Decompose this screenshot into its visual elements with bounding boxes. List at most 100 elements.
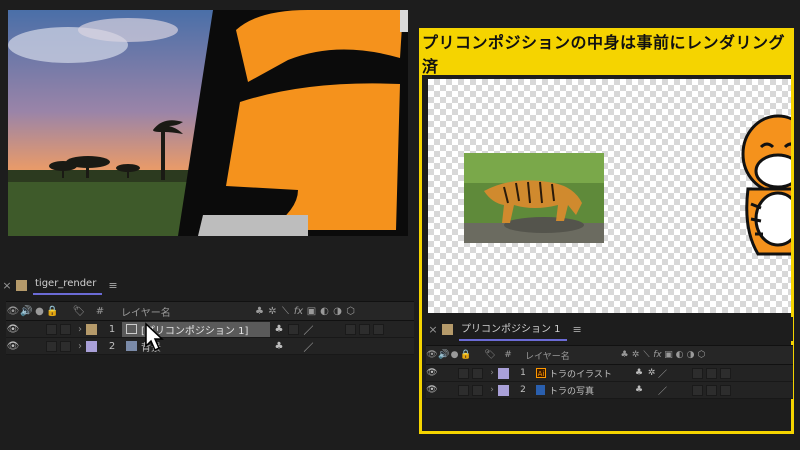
comp-color-swatch [16, 279, 27, 291]
collapse-switch-icon[interactable]: ✲ [646, 368, 657, 378]
shy-icon[interactable]: ♣ [253, 306, 266, 317]
audio-icon[interactable]: 🔊 [20, 306, 33, 317]
layer-row[interactable]: 👁 › 2 背景 ♣ ／ [6, 338, 414, 355]
frame-blend-icon[interactable]: ▣ [305, 306, 318, 317]
comp-color-swatch [442, 323, 453, 335]
eye-icon[interactable]: 👁 [6, 306, 20, 317]
3d-switch[interactable] [373, 323, 384, 335]
tiger-illustration [741, 114, 791, 256]
3d-layer-icon[interactable]: ⬡ [344, 306, 357, 317]
precomp-viewer[interactable] [428, 79, 791, 313]
adjustment-switch[interactable] [706, 384, 717, 396]
number-column-header: # [504, 350, 512, 360]
visibility-eye-icon[interactable]: 👁 [426, 385, 438, 395]
frame-blend-icon[interactable]: ▣ [663, 350, 674, 360]
shy-icon[interactable]: ♣ [619, 350, 630, 360]
image-file-icon [126, 341, 137, 351]
lock-toggle[interactable] [60, 323, 71, 335]
layer-row[interactable]: 👁 › 2 トラの写真 ♣ ／ [426, 382, 793, 399]
shy-switch-icon[interactable]: ♣ [270, 341, 288, 352]
expand-chevron-icon[interactable]: › [486, 368, 498, 378]
quality-switch-icon[interactable]: ／ [657, 367, 668, 380]
expand-chevron-icon[interactable]: › [74, 341, 86, 352]
layer-label-swatch[interactable] [86, 323, 97, 335]
shy-switch-icon[interactable]: ♣ [632, 368, 646, 378]
quality-icon[interactable]: ⟍ [641, 350, 652, 360]
solo-toggle[interactable] [458, 367, 469, 379]
adjustment-switch[interactable] [359, 323, 370, 335]
number-column-header: # [95, 305, 105, 317]
audio-icon[interactable]: 🔊 [438, 350, 449, 360]
solo-icon[interactable]: ● [33, 306, 46, 317]
expand-chevron-icon[interactable]: › [74, 324, 86, 335]
motion-blur-icon[interactable]: ◐ [674, 350, 685, 360]
adjustment-switch[interactable] [706, 367, 717, 379]
close-icon[interactable]: × [0, 279, 14, 292]
shy-switch-icon[interactable]: ♣ [270, 324, 288, 335]
lock-toggle[interactable] [472, 384, 483, 396]
quality-switch-icon[interactable]: ／ [302, 322, 315, 337]
layer-number: 1 [520, 368, 526, 378]
comp-tab-title[interactable]: tiger_render [33, 276, 103, 295]
label-tag-icon[interactable]: 🏷 [71, 306, 87, 317]
motion-blur-switch[interactable] [692, 367, 703, 379]
label-tag-icon[interactable]: 🏷 [483, 350, 497, 360]
lock-icon[interactable]: 🔒 [460, 350, 471, 360]
collapse-icon[interactable]: ✲ [266, 306, 279, 317]
composition-viewer[interactable] [8, 10, 408, 236]
quality-switch-icon[interactable]: ／ [657, 384, 668, 397]
left-timeline-panel: × tiger_render ≡ 👁 🔊 ● 🔒 🏷 # レイヤー名 ♣ ✲ ⟍… [0, 273, 414, 355]
3d-layer-icon[interactable]: ⬡ [696, 350, 707, 360]
solo-icon[interactable]: ● [449, 350, 460, 360]
right-timeline-panel: × プリコンポジション 1 ≡ 👁 🔊 ● 🔒 🏷 # レイヤー名 ♣ ✲ ⟍ … [426, 317, 793, 399]
layer-header: 👁 🔊 ● 🔒 🏷 # レイヤー名 ♣ ✲ ⟍ fx ▣ ◐ ◑ ⬡ [6, 301, 414, 321]
viewer-scrollbar[interactable] [400, 10, 408, 32]
illustrator-file-icon: Ai [536, 368, 546, 378]
collapse-switch[interactable] [288, 323, 299, 335]
motion-blur-switch[interactable] [692, 384, 703, 396]
motion-blur-switch[interactable] [345, 323, 356, 335]
layer-name-cell[interactable]: トラの写真 [532, 384, 632, 397]
motion-blur-icon[interactable]: ◐ [318, 306, 331, 317]
close-icon[interactable]: × [426, 323, 440, 336]
collapse-icon[interactable]: ✲ [630, 350, 641, 360]
eye-icon[interactable]: 👁 [426, 350, 438, 360]
layer-row[interactable]: 👁 › 1 Ai トラのイラスト ♣ ✲ ／ [426, 365, 793, 382]
layer-label-swatch[interactable] [86, 340, 97, 352]
visibility-eye-icon[interactable]: 👁 [6, 341, 20, 352]
3d-switch[interactable] [720, 367, 731, 379]
lock-toggle[interactable] [472, 367, 483, 379]
effects-icon[interactable]: fx [292, 306, 305, 317]
adjustment-icon[interactable]: ◑ [685, 350, 696, 360]
comp-tab-title[interactable]: プリコンポジション 1 [459, 318, 567, 341]
3d-switch[interactable] [720, 384, 731, 396]
quality-icon[interactable]: ⟍ [279, 306, 292, 317]
layer-number: 1 [108, 323, 116, 335]
lock-toggle[interactable] [60, 340, 71, 352]
tiger-render-preview [8, 10, 408, 236]
visibility-eye-icon[interactable]: 👁 [6, 324, 20, 335]
comp-tab[interactable]: × tiger_render ≡ [0, 273, 414, 297]
expand-chevron-icon[interactable]: › [486, 385, 498, 395]
lock-icon[interactable]: 🔒 [46, 306, 59, 317]
solo-toggle[interactable] [458, 384, 469, 396]
comp-tab[interactable]: × プリコンポジション 1 ≡ [426, 317, 793, 341]
solo-toggle[interactable] [46, 340, 57, 352]
layer-name: トラの写真 [549, 386, 595, 397]
layer-name-header[interactable]: レイヤー名 [519, 349, 619, 362]
shy-switch-icon[interactable]: ♣ [632, 385, 646, 395]
quality-switch-icon[interactable]: ／ [302, 339, 315, 354]
callout-box: プリコンポジションの中身は事前にレンダリング済 × プリコンポジション 1 ≡ … [419, 28, 794, 434]
panel-menu-icon[interactable]: ≡ [573, 323, 582, 336]
layer-row[interactable]: 👁 › 1 [プリコンポジション 1] ♣ ／ [6, 321, 414, 338]
panel-menu-icon[interactable]: ≡ [108, 279, 117, 292]
layer-label-swatch[interactable] [498, 384, 509, 396]
layer-label-swatch[interactable] [498, 367, 509, 379]
layer-name-header[interactable]: レイヤー名 [113, 304, 253, 319]
solo-toggle[interactable] [46, 323, 57, 335]
layer-name: トラのイラスト [549, 369, 612, 380]
visibility-eye-icon[interactable]: 👁 [426, 368, 438, 378]
layer-name-cell[interactable]: Ai トラのイラスト [532, 367, 632, 380]
adjustment-icon[interactable]: ◑ [331, 306, 344, 317]
effects-icon[interactable]: fx [652, 350, 663, 360]
